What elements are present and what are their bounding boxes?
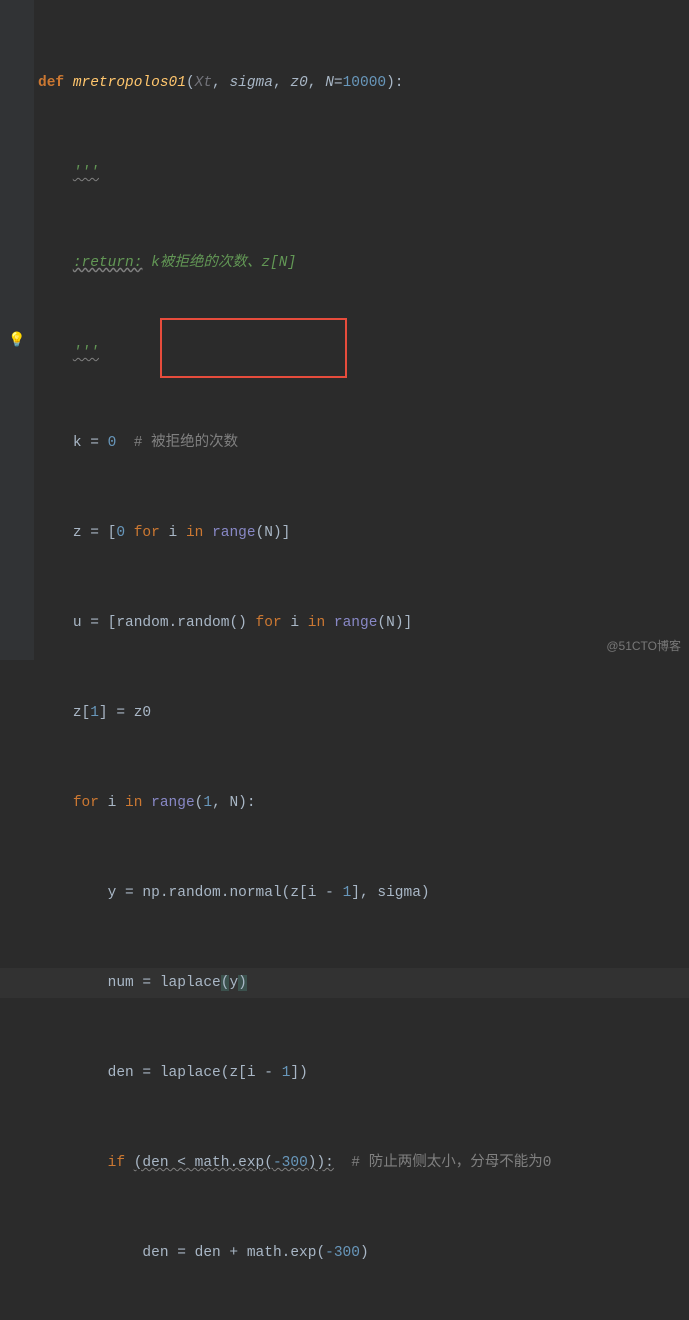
comment: # 防止两侧太小，分母不能为0 bbox=[334, 1155, 552, 1171]
lightbulb-icon[interactable]: 💡 bbox=[8, 332, 25, 349]
param-z0: z0 bbox=[290, 75, 307, 91]
param-n: N bbox=[325, 75, 334, 91]
comment: # 被拒绝的次数 bbox=[116, 435, 238, 451]
gutter: 💡 bbox=[0, 0, 34, 660]
code-editor[interactable]: 💡 def mretropolos01(Xt, sigma, z0, N=100… bbox=[0, 0, 689, 660]
docstring-return-tag: :return: bbox=[73, 255, 143, 271]
watermark: @51CTO博客 bbox=[606, 637, 681, 654]
function-name: mretropolos01 bbox=[73, 75, 186, 91]
docstring-return-text: k被拒绝的次数、z[N] bbox=[142, 255, 296, 271]
param-sigma: sigma bbox=[229, 75, 273, 91]
param-xt: Xt bbox=[195, 75, 212, 91]
keyword-def: def bbox=[38, 75, 64, 91]
docstring-open: ''' bbox=[73, 165, 99, 181]
docstring-close: ''' bbox=[73, 345, 99, 361]
code-area[interactable]: def mretropolos01(Xt, sigma, z0, N=10000… bbox=[34, 0, 689, 660]
